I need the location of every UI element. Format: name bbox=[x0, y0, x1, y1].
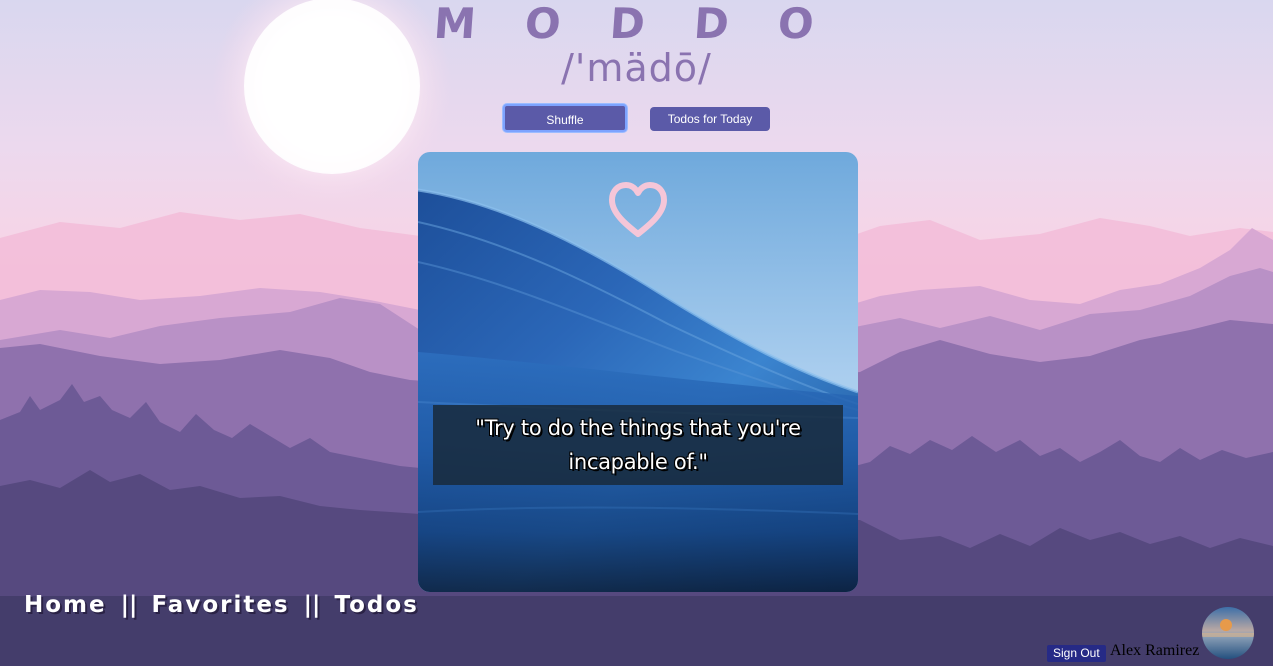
quote-box: "Try to do the things that you're incapa… bbox=[433, 405, 843, 485]
title-letter: O bbox=[776, 0, 816, 48]
avatar-image bbox=[1202, 607, 1254, 659]
bottom-nav: Home || Favorites || Todos bbox=[24, 592, 419, 618]
sign-out-button[interactable]: Sign Out bbox=[1047, 645, 1106, 662]
nav-separator: || bbox=[303, 592, 321, 618]
title-letter: D bbox=[608, 0, 647, 48]
todos-for-today-button[interactable]: Todos for Today bbox=[650, 107, 770, 131]
user-name: Alex Ramirez bbox=[1110, 642, 1200, 659]
nav-todos-link[interactable]: Todos bbox=[334, 592, 418, 618]
title-letter: M bbox=[432, 0, 478, 48]
nav-home-link[interactable]: Home bbox=[24, 592, 107, 618]
avatar[interactable] bbox=[1202, 607, 1254, 659]
app-title: M O D D O bbox=[432, 0, 816, 52]
title-letter: O bbox=[523, 0, 563, 48]
heart-outline-icon[interactable] bbox=[606, 180, 670, 240]
nav-separator: || bbox=[120, 592, 138, 618]
pronunciation-subtitle: /'mädō/ bbox=[561, 46, 712, 90]
title-letter: D bbox=[692, 0, 731, 48]
quote-card: "Try to do the things that you're incapa… bbox=[418, 152, 858, 592]
shuffle-button[interactable]: Shuffle bbox=[503, 104, 627, 132]
nav-favorites-link[interactable]: Favorites bbox=[151, 592, 289, 618]
quote-text: "Try to do the things that you're incapa… bbox=[475, 416, 801, 474]
